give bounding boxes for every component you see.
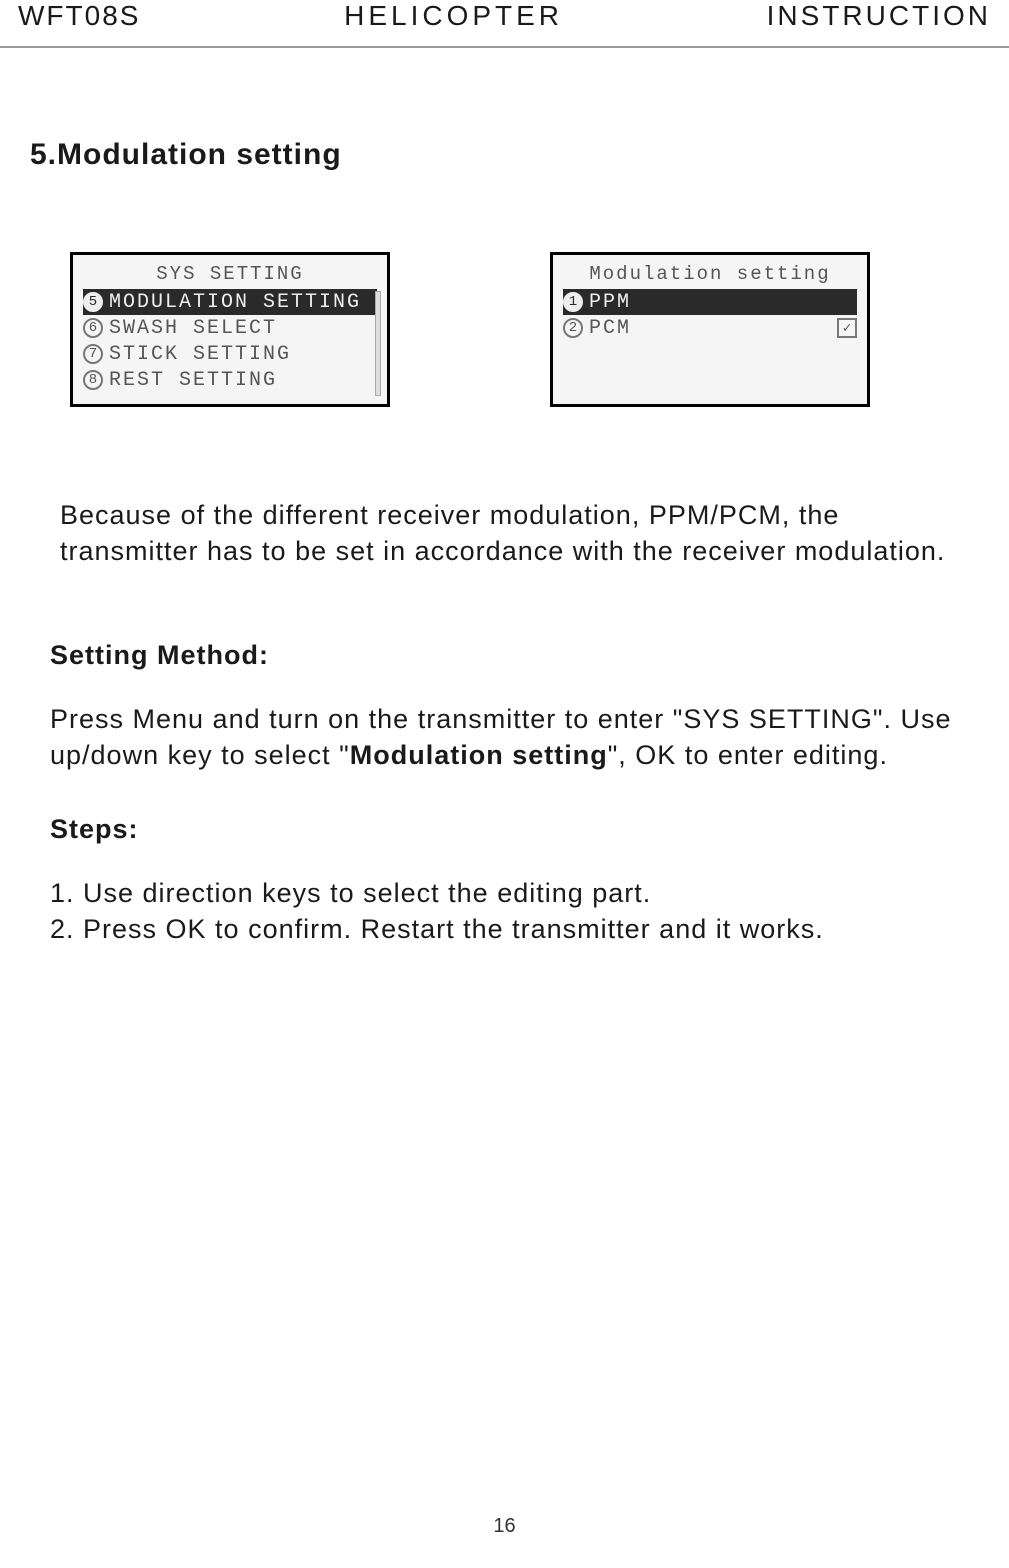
page-header: WFT08S HELICOPTER INSTRUCTION: [0, 0, 1009, 48]
section-title: 5.Modulation setting: [30, 138, 979, 172]
lcd1-row-label: REST SETTING: [109, 369, 277, 392]
lcd1-row-num: 6: [83, 318, 103, 338]
page-number: 16: [0, 1515, 1009, 1538]
lcd1-row-label: SWASH SELECT: [109, 317, 277, 340]
lcd1-row-num: 8: [83, 370, 103, 390]
header-right: INSTRUCTION: [767, 0, 991, 32]
lcd2-title: Modulation setting: [563, 263, 857, 285]
step-item: 1. Use direction keys to select the edit…: [50, 875, 979, 911]
lcd1-row: 7 STICK SETTING: [83, 341, 377, 367]
lcd1-row-num: 7: [83, 344, 103, 364]
setting-method-paragraph: Press Menu and turn on the transmitter t…: [50, 701, 990, 774]
lcd-sys-setting: SYS SETTING 5 MODULATION SETTING 6 SWASH…: [70, 252, 390, 407]
header-center: HELICOPTER: [344, 0, 563, 32]
lcd1-row-num: 5: [83, 292, 103, 312]
lcd1-row: 6 SWASH SELECT: [83, 315, 377, 341]
lcd1-title: SYS SETTING: [83, 263, 377, 285]
lcd1-row: 8 REST SETTING: [83, 367, 377, 393]
lcd2-row-num: 2: [563, 318, 583, 338]
lcd1-row-label: STICK SETTING: [109, 343, 291, 366]
lcd1-row-label: MODULATION SETTING: [109, 291, 361, 314]
header-left: WFT08S: [18, 0, 140, 32]
lcd-modulation-setting: Modulation setting 1 PPM 2 PCM ✓: [550, 252, 870, 407]
lcd2-row-num: 1: [563, 292, 583, 312]
method-text-post: ", OK to enter editing.: [608, 740, 888, 770]
check-icon: ✓: [837, 318, 857, 338]
lcd2-row-label: PPM: [589, 291, 631, 314]
lcd-screens-row: SYS SETTING 5 MODULATION SETTING 6 SWASH…: [70, 252, 979, 407]
lcd2-row-label: PCM: [589, 317, 631, 340]
method-text-bold: Modulation setting: [350, 740, 608, 770]
lcd1-row: 5 MODULATION SETTING: [83, 289, 377, 315]
steps-list: 1. Use direction keys to select the edit…: [50, 875, 979, 948]
lcd2-row: 2 PCM ✓: [563, 315, 857, 341]
lcd2-row: 1 PPM: [563, 289, 857, 315]
steps-heading: Steps:: [50, 814, 979, 845]
page-content: 5.Modulation setting SYS SETTING 5 MODUL…: [0, 138, 1009, 948]
intro-paragraph: Because of the different receiver modula…: [60, 497, 960, 570]
lcd1-scrollbar: [375, 291, 381, 396]
setting-method-heading: Setting Method:: [50, 640, 979, 671]
step-item: 2. Press OK to confirm. Restart the tran…: [50, 911, 979, 947]
